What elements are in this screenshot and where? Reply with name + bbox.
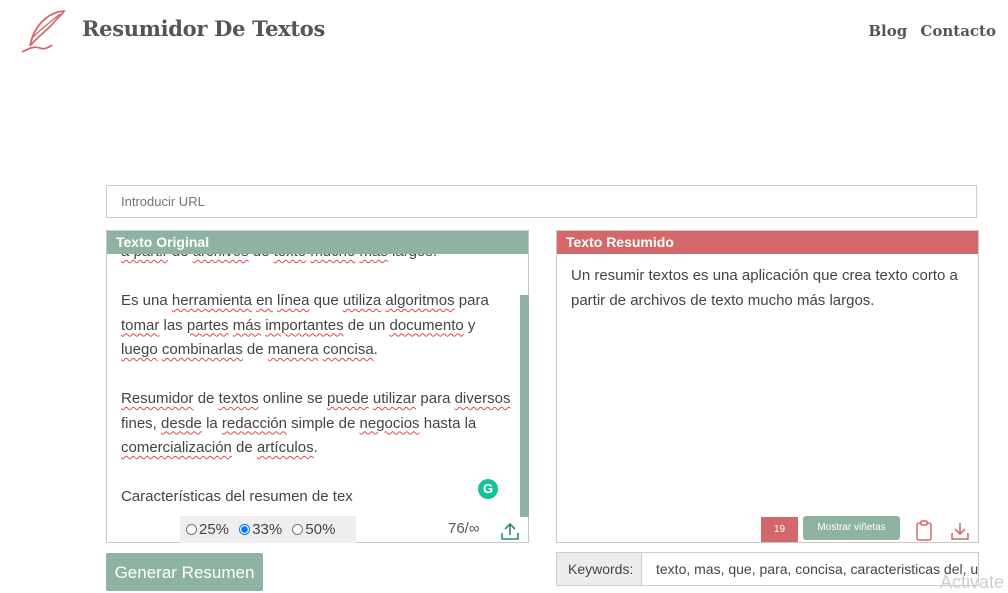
ratio-50-radio[interactable] — [292, 524, 304, 535]
nav-contacto-link[interactable]: Contacto — [920, 22, 996, 40]
grammarly-icon[interactable]: G — [478, 479, 498, 499]
ratio-33-radio[interactable] — [239, 524, 251, 535]
brand-title[interactable]: Resumidor De Textos — [82, 16, 325, 41]
original-paragraph-3: Resumidor de textos online se puede util… — [121, 390, 511, 456]
keywords-label: Keywords: — [556, 552, 642, 586]
activate-watermark: Activate — [940, 572, 1005, 592]
quill-feather-icon[interactable] — [20, 8, 68, 54]
ratio-50-option[interactable]: 50% — [292, 521, 335, 538]
ratio-25-option[interactable]: 25% — [186, 521, 229, 538]
original-panel-title: Texto Original — [107, 231, 528, 254]
generate-summary-button[interactable]: Generar Resumen — [106, 553, 263, 591]
summary-output: Un resumir textos es una aplicación que … — [571, 267, 958, 309]
original-paragraph-2: Es una herramienta en línea que utiliza … — [121, 292, 489, 358]
header: Resumidor De Textos Blog Contacto — [0, 0, 1008, 70]
ratio-25-radio[interactable] — [186, 524, 197, 535]
download-icon[interactable] — [950, 521, 970, 541]
original-paragraph-4: Características del resumen de tex — [121, 488, 353, 504]
editor-scrollbar[interactable] — [520, 295, 529, 517]
keywords-field[interactable]: texto, mas, que, para, concisa, caracter… — [641, 552, 979, 586]
top-nav: Blog Contacto — [860, 22, 996, 40]
upload-icon[interactable] — [500, 521, 520, 541]
original-text-editor[interactable]: a partir de archivos de texto mucho más … — [121, 254, 511, 504]
nav-blog-link[interactable]: Blog — [868, 22, 907, 40]
summary-ratio-selector: 25% 33% 50% — [180, 516, 356, 543]
url-input[interactable] — [106, 185, 977, 218]
clipboard-icon[interactable] — [915, 520, 933, 541]
show-bullets-button[interactable]: Mostrar viñetas — [803, 516, 900, 540]
word-counter: 76/∞ — [448, 520, 480, 537]
summary-panel-title: Texto Resumido — [557, 231, 978, 254]
summary-text-panel: Texto Resumido Un resumir textos es una … — [556, 230, 979, 543]
original-text-panel: Texto Original a partir de archivos de t… — [106, 230, 529, 543]
ratio-33-option[interactable]: 33% — [239, 521, 282, 538]
summary-count-badge: 19 — [761, 517, 798, 542]
partial-line: a partir de archivos de texto mucho más … — [121, 254, 511, 265]
